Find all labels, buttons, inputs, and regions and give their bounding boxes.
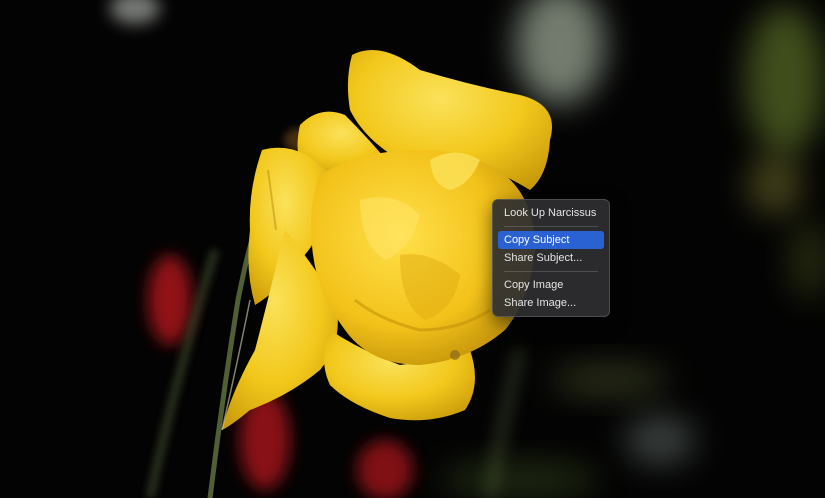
menu-item-copy-subject[interactable]: Copy Subject: [498, 231, 604, 249]
menu-item-look-up[interactable]: Look Up Narcissus: [498, 204, 604, 222]
menu-item-share-image[interactable]: Share Image...: [498, 294, 604, 312]
menu-separator: [504, 271, 598, 272]
context-menu: Look Up Narcissus Copy Subject Share Sub…: [492, 199, 610, 317]
narcissus-photo[interactable]: [0, 0, 825, 498]
menu-item-copy-image[interactable]: Copy Image: [498, 276, 604, 294]
menu-separator: [504, 226, 598, 227]
image-viewer: Look Up Narcissus Copy Subject Share Sub…: [0, 0, 825, 498]
menu-item-share-subject[interactable]: Share Subject...: [498, 249, 604, 267]
